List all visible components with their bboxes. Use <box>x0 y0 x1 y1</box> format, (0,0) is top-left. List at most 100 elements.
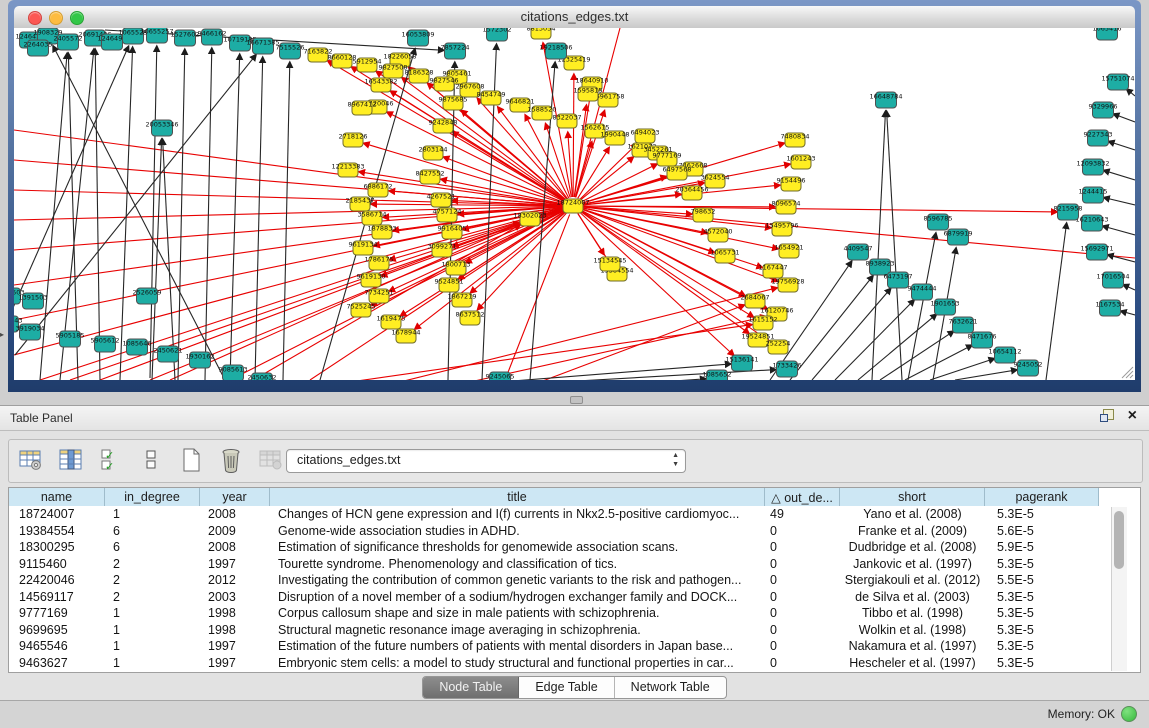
tab-network-table[interactable]: Network Table <box>615 677 726 698</box>
graph-node-teal[interactable]: 15751074 <box>1101 74 1134 90</box>
graph-node-teal[interactable]: 16648784 <box>869 92 902 108</box>
collapse-west-panel-icon[interactable]: ▸ <box>0 330 4 339</box>
citation-edge-black[interactable] <box>1046 223 1067 380</box>
citation-edge-red[interactable] <box>14 190 564 206</box>
citation-edge-red[interactable] <box>540 305 745 380</box>
column-header-5[interactable]: short <box>840 488 985 506</box>
citation-edge-black[interactable] <box>1104 198 1135 206</box>
table-selector-combo[interactable]: citations_edges.txt ▲▼ <box>286 449 686 473</box>
graph-node-teal[interactable]: 1085652 <box>703 370 732 380</box>
table-row[interactable]: 977716911998Corpus callosum shape and si… <box>9 605 1140 622</box>
table-row[interactable]: 911546021997Tourette syndrome. Phenomeno… <box>9 556 1140 573</box>
citation-edge-black[interactable] <box>1103 226 1135 235</box>
citation-edge-black[interactable] <box>955 370 1017 380</box>
graph-node-teal[interactable]: 9466162 <box>198 29 227 45</box>
scrollbar-thumb[interactable] <box>1114 511 1124 569</box>
graph-node-teal[interactable]: 1572302 <box>483 28 512 41</box>
table-row[interactable]: 969969511998Structural magnetic resonanc… <box>9 622 1140 639</box>
graph-node-yellow[interactable]: 8637512 <box>456 311 485 326</box>
column-header-3[interactable]: title <box>270 488 765 506</box>
split-pane-handle[interactable] <box>570 396 583 404</box>
tab-node-table[interactable]: Node Table <box>423 677 519 698</box>
citation-edge-black[interactable] <box>205 48 212 380</box>
citation-edge-red[interactable] <box>14 208 564 355</box>
graph-node-teal[interactable]: 20053346 <box>145 120 178 136</box>
citation-edge-black[interactable] <box>1104 170 1136 180</box>
column-header-6[interactable]: pagerank <box>985 488 1099 506</box>
graph-node-teal[interactable]: 9245065 <box>486 372 515 380</box>
graph-node-yellow[interactable]: 1167447 <box>759 264 788 279</box>
graph-node-yellow[interactable]: 6497568 <box>663 166 692 181</box>
graph-node-yellow[interactable]: 5912954 <box>353 58 382 73</box>
graph-node-yellow[interactable]: 15495796 <box>765 222 798 237</box>
citation-edge-red[interactable] <box>14 207 564 285</box>
graph-node-yellow[interactable]: 4267521 <box>427 193 456 208</box>
delete-column-icon[interactable] <box>217 445 245 475</box>
citation-edge-black[interactable] <box>15 55 256 355</box>
graph-node-yellow[interactable]: 9242848 <box>429 119 458 134</box>
citation-edge-red[interactable] <box>310 211 566 380</box>
graph-node-yellow[interactable]: 19756928 <box>771 278 804 293</box>
citation-edge-black[interactable] <box>1109 141 1136 150</box>
column-header-0[interactable]: name <box>9 488 105 506</box>
graph-node-yellow[interactable]: 1065731 <box>711 249 740 264</box>
graph-node-yellow[interactable]: 2803144 <box>419 146 448 161</box>
graph-node-yellow[interactable]: 4572040 <box>704 228 733 243</box>
citation-edge-black[interactable] <box>1123 285 1135 290</box>
graph-node-yellow[interactable]: 1800713 <box>442 261 471 276</box>
graph-node-yellow[interactable]: 9875685 <box>439 96 468 111</box>
graph-node-yellow[interactable]: 9154496 <box>777 177 806 192</box>
graph-node-teal[interactable]: 1391503 <box>19 293 48 309</box>
citation-edge-red[interactable] <box>582 208 778 249</box>
citation-edge-black[interactable] <box>872 111 886 380</box>
graph-node-yellow[interactable]: 1786175 <box>365 256 394 271</box>
column-header-2[interactable]: year <box>200 488 270 506</box>
graph-node-yellow[interactable]: 8454749 <box>477 91 506 106</box>
graph-node-teal[interactable]: 2264035 <box>24 40 53 56</box>
graph-node-teal[interactable]: 12093832 <box>1076 159 1109 175</box>
delete-table-icon[interactable] <box>257 445 285 475</box>
graph-node-teal[interactable]: 6879919 <box>944 229 973 245</box>
tab-edge-table[interactable]: Edge Table <box>519 677 614 698</box>
column-chooser-icon[interactable] <box>57 445 85 475</box>
graph-node-yellow[interactable]: 1619475 <box>377 315 406 330</box>
graph-node-yellow[interactable]: 1601243 <box>787 155 816 170</box>
citation-edge-red[interactable] <box>575 28 620 197</box>
graph-node-teal[interactable]: 8215958 <box>1054 204 1083 220</box>
graph-node-yellow[interactable]: 8967412 <box>348 101 377 116</box>
graph-node-teal[interactable]: 1733426 <box>773 361 802 377</box>
graph-node-yellow[interactable]: 9916405 <box>438 225 467 240</box>
graph-node-teal[interactable]: 16210643 <box>1075 215 1108 231</box>
graph-node-yellow[interactable]: 1878833 <box>368 225 397 240</box>
graph-node-yellow[interactable]: 7480834 <box>781 133 810 148</box>
column-header-1[interactable]: in_degree <box>105 488 200 506</box>
column-header-4[interactable]: △ out_de... <box>765 488 840 506</box>
graph-node-yellow[interactable]: 9524851 <box>435 278 464 293</box>
citation-edge-black[interactable] <box>120 47 133 380</box>
graph-node-teal[interactable]: 9329966 <box>1089 102 1118 118</box>
graph-node-yellow[interactable]: 6886172 <box>364 183 393 198</box>
citation-edge-black[interactable] <box>1108 255 1135 262</box>
graph-node-teal[interactable]: 1527602 <box>171 30 200 46</box>
graph-node-teal[interactable]: 7857224 <box>441 43 470 59</box>
new-column-icon[interactable] <box>177 445 205 475</box>
graph-node-yellow[interactable]: 3099271 <box>428 243 457 258</box>
graph-node-teal[interactable]: 15692971 <box>1080 244 1113 260</box>
citation-edge-black[interactable] <box>53 46 225 380</box>
graph-node-teal[interactable]: 5905612 <box>91 336 120 352</box>
graph-node-yellow[interactable]: 252254 <box>766 340 791 355</box>
citation-edge-black[interactable] <box>1127 89 1136 96</box>
graph-node-teal[interactable]: 1901653 <box>931 299 960 315</box>
citation-edge-black[interactable] <box>887 111 902 380</box>
citation-edge-black[interactable] <box>283 62 290 380</box>
citation-edge-black[interactable] <box>255 57 263 380</box>
resize-grip-icon[interactable] <box>1122 367 1133 378</box>
table-row[interactable]: 1938455462009Genome-wide association stu… <box>9 523 1140 540</box>
graph-node-yellow[interactable]: 20364456 <box>675 186 708 201</box>
graph-node-yellow[interactable]: 7525245 <box>347 303 376 318</box>
citation-edge-black[interactable] <box>150 46 157 378</box>
graph-node-teal[interactable]: 9245052 <box>1014 360 1043 376</box>
graph-node-yellow[interactable]: 798632 <box>691 208 716 223</box>
graph-node-teal[interactable]: 1167534 <box>1096 300 1125 316</box>
graph-node-teal[interactable]: 9227343 <box>1084 130 1113 146</box>
